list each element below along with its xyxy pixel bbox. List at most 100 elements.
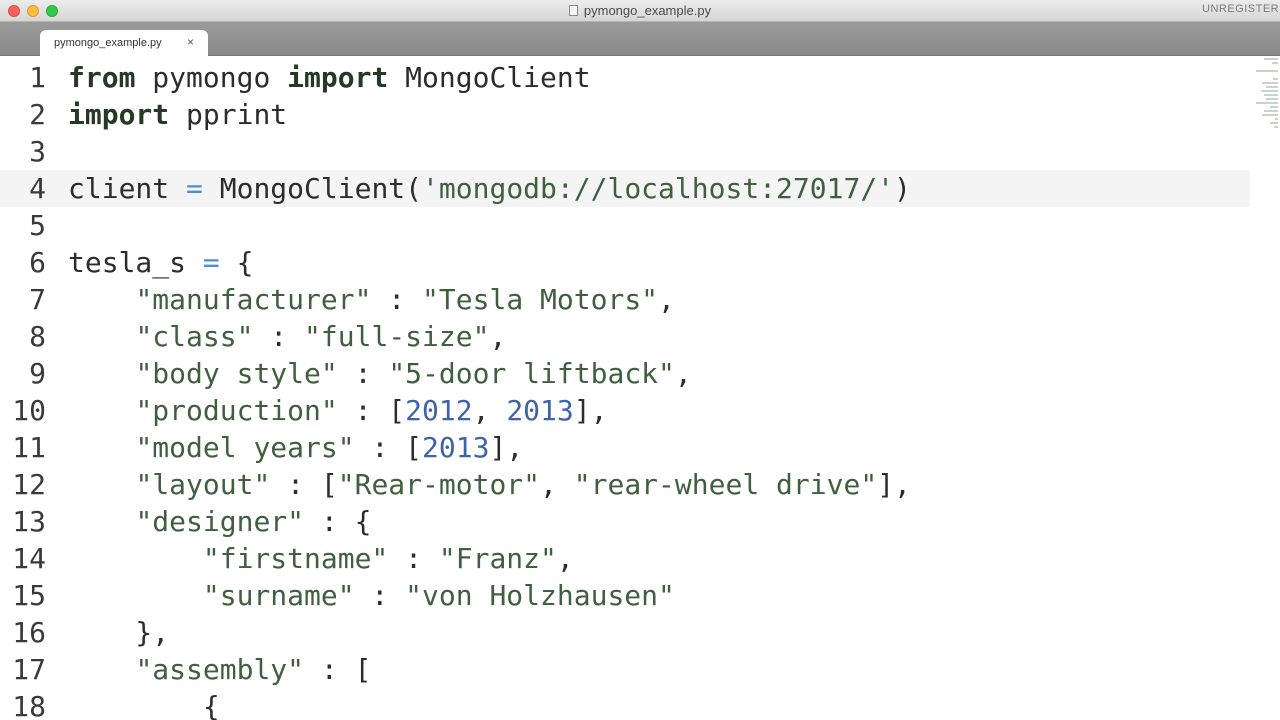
code-line[interactable]: 15 "surname" : "von Holzhausen": [0, 577, 1250, 614]
code-line[interactable]: 12 "layout" : ["Rear-motor", "rear-wheel…: [0, 466, 1250, 503]
token-string: "assembly": [135, 653, 305, 686]
minimap-line: [1270, 122, 1278, 124]
token-text: client: [68, 172, 187, 205]
token-string: "designer": [135, 505, 305, 538]
token-text: ,: [658, 283, 675, 316]
minimap-line: [1256, 70, 1278, 72]
minimap-line: [1272, 62, 1278, 64]
code-line[interactable]: 3: [0, 133, 1250, 170]
minimap-line: [1262, 82, 1278, 84]
token-string: 'mongodb://localhost:27017/': [422, 172, 895, 205]
code-text: "manufacturer" : "Tesla Motors",: [68, 281, 675, 318]
token-string: "class": [135, 320, 254, 353]
line-number: 8: [29, 320, 46, 353]
code-line[interactable]: 6 tesla_s = {: [0, 244, 1250, 281]
line-number: 12: [12, 468, 46, 501]
line-number: 5: [29, 209, 46, 242]
token-string: "Rear-motor": [337, 468, 541, 501]
token-number: 2012: [405, 394, 473, 427]
token-string: "model years": [135, 431, 355, 464]
minimap-line: [1262, 114, 1278, 116]
token-string: "manufacturer": [135, 283, 372, 316]
line-number: 18: [12, 690, 46, 720]
token-string: "full-size": [304, 320, 490, 353]
line-number: 4: [29, 172, 46, 205]
code-line[interactable]: 17 "assembly" : [: [0, 651, 1250, 688]
token-text: ,: [674, 357, 692, 390]
token-text: {: [68, 690, 220, 720]
line-number: 6: [29, 246, 46, 279]
token-text: pymongo: [135, 61, 288, 94]
code-text: import pprint: [68, 96, 287, 133]
minimap-line: [1261, 90, 1278, 92]
token-text: ],: [573, 394, 608, 427]
unregistered-label: UNREGISTERED: [1202, 3, 1280, 15]
code-line[interactable]: 1 from pymongo import MongoClient: [0, 59, 1250, 96]
window-title: pymongo_example.py: [0, 3, 1280, 18]
token-text: {: [219, 246, 254, 279]
code-line[interactable]: 14 "firstname" : "Franz",: [0, 540, 1250, 577]
token-keyword: import: [68, 98, 170, 131]
window-title-text: pymongo_example.py: [583, 3, 712, 18]
code-text: "surname" : "von Holzhausen": [68, 577, 675, 614]
code-line[interactable]: 7 "manufacturer" : "Tesla Motors",: [0, 281, 1250, 318]
code-text: },: [68, 614, 169, 651]
line-number: 17: [12, 653, 46, 686]
token-text: :: [371, 283, 423, 316]
minimap-line: [1270, 106, 1278, 108]
token-text: tesla_s: [68, 246, 203, 279]
token-string: "5-door liftback": [388, 357, 675, 390]
token-text: MongoClient(: [202, 172, 423, 205]
code-text: "production" : [2012, 2013],: [68, 392, 607, 429]
code-editor[interactable]: 1 from pymongo import MongoClient 2 import …: [0, 56, 1280, 720]
token-text: ,: [489, 320, 507, 353]
document-icon: [568, 5, 578, 16]
code-text: "layout" : ["Rear-motor", "rear-wheel dr…: [68, 466, 910, 503]
token-text: :: [354, 579, 406, 612]
minimap[interactable]: [1254, 58, 1280, 130]
token-text: ,: [540, 468, 574, 501]
token-string: "von Holzhausen": [405, 579, 675, 612]
code-line[interactable]: 11 "model years" : [2013],: [0, 429, 1250, 466]
tab-bar: pymongo_example.py ×: [0, 22, 1280, 56]
token-text: pprint: [169, 98, 288, 131]
code-line[interactable]: 10 "production" : [2012, 2013],: [0, 392, 1250, 429]
tab-pymongo-example[interactable]: pymongo_example.py ×: [40, 30, 208, 56]
token-text: :: [388, 542, 439, 575]
code-line[interactable]: 13 "designer" : {: [0, 503, 1250, 540]
code-line[interactable]: 5: [0, 207, 1250, 244]
line-number: 9: [29, 357, 46, 390]
token-text: : [: [354, 431, 423, 464]
code-text: from pymongo import MongoClient: [68, 59, 591, 96]
line-number: 1: [29, 61, 46, 94]
code-line[interactable]: 18 {: [0, 688, 1250, 720]
code-text: {: [68, 688, 220, 720]
token-keyword: from: [68, 61, 136, 94]
code-line[interactable]: 9 "body style" : "5-door liftback",: [0, 355, 1250, 392]
code-text: tesla_s = {: [68, 244, 253, 281]
code-text: "body style" : "5-door liftback",: [68, 355, 692, 392]
token-text: :: [337, 357, 389, 390]
tab-close-icon[interactable]: ×: [187, 36, 194, 48]
code-line[interactable]: 2 import pprint: [0, 96, 1250, 133]
token-keyword: import: [287, 61, 389, 94]
minimap-line: [1266, 86, 1278, 88]
code-text: "assembly" : [: [68, 651, 371, 688]
token-number: 2013: [506, 394, 574, 427]
line-number: 2: [29, 98, 46, 131]
line-number: 13: [12, 505, 46, 538]
token-string: "Franz": [438, 542, 557, 575]
title-bar[interactable]: pymongo_example.py UNREGISTERED: [0, 0, 1280, 22]
token-text: : [: [304, 653, 372, 686]
code-line[interactable]: 8 "class" : "full-size",: [0, 318, 1250, 355]
code-line[interactable]: 16 },: [0, 614, 1250, 651]
token-string: "production": [135, 394, 338, 427]
token-number: 2013: [422, 431, 490, 464]
code-line[interactable]: 4 client = MongoClient('mongodb://localho…: [0, 170, 1250, 207]
